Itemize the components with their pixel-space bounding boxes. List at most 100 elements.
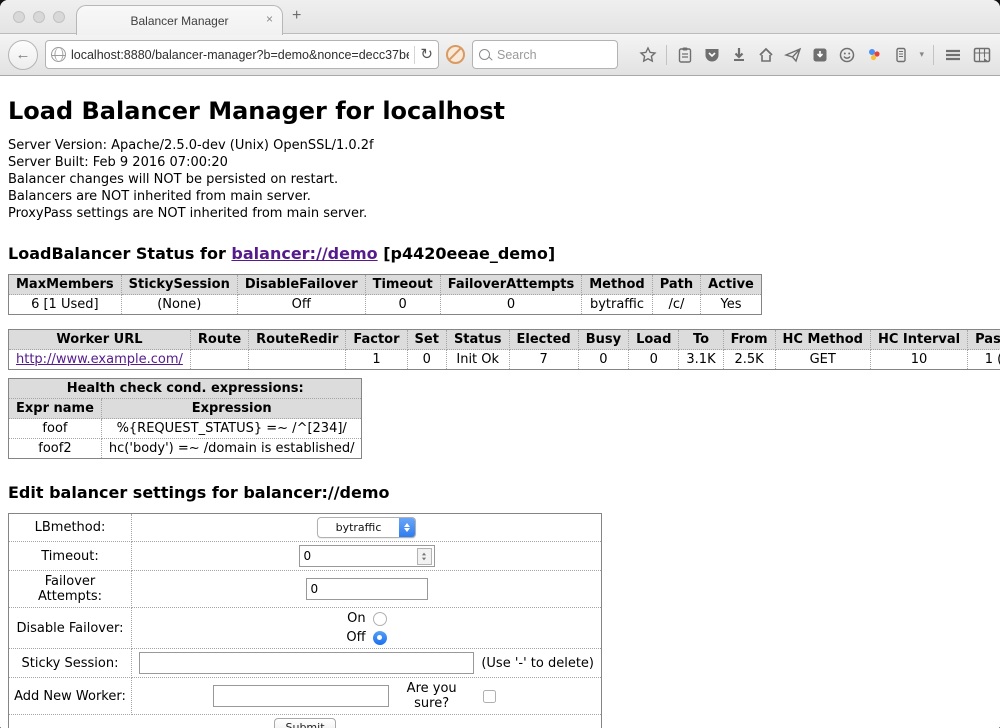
- failover-attempts-label: Failover Attempts:: [9, 571, 132, 608]
- minimize-window-button[interactable]: [33, 11, 45, 23]
- block-icon[interactable]: [446, 45, 465, 64]
- timeout-label: Timeout:: [9, 542, 132, 571]
- column-header: FailoverAttempts: [440, 275, 582, 295]
- add-worker-input[interactable]: [213, 685, 389, 707]
- health-title-row: Health check cond. expressions:: [9, 379, 362, 399]
- download-icon[interactable]: [730, 46, 748, 64]
- table-cell: 0: [578, 350, 628, 370]
- are-you-sure-checkbox[interactable]: [483, 690, 496, 703]
- tab-balancer-manager[interactable]: Balancer Manager ×: [76, 5, 283, 35]
- radio-on-label: On: [347, 611, 365, 626]
- sticky-session-input[interactable]: [139, 652, 474, 674]
- table-cell: [249, 350, 346, 370]
- reload-icon[interactable]: ↻: [420, 47, 433, 62]
- table-cell: /c/: [652, 295, 700, 315]
- send-icon[interactable]: [784, 46, 802, 64]
- clipboard-icon[interactable]: [676, 46, 694, 64]
- balancer-demo-link[interactable]: balancer://demo: [231, 244, 377, 263]
- table-cell: 10: [870, 350, 967, 370]
- balancer-status-table: MaxMembersStickySessionDisableFailoverTi…: [8, 274, 762, 315]
- failover-attempts-input[interactable]: [306, 578, 428, 600]
- failover-attempts-row: Failover Attempts:: [9, 571, 602, 608]
- url-bar[interactable]: localhost:8880/balancer-manager?b=demo&n…: [45, 40, 439, 69]
- pocket-icon[interactable]: [703, 46, 721, 64]
- status-heading-suffix: [p4420eeae_demo]: [378, 244, 556, 263]
- url-divider: [414, 46, 415, 64]
- zoom-window-button[interactable]: [53, 11, 65, 23]
- window-controls: [13, 11, 65, 23]
- column-header: Expression: [101, 399, 362, 419]
- table-cell: 6 [1 Used]: [9, 295, 122, 315]
- globe-icon: [51, 47, 66, 62]
- column-header: Load: [629, 330, 679, 350]
- column-header: HC Method: [775, 330, 870, 350]
- expression-cell: hc('body') =~ /domain is established/: [101, 439, 362, 459]
- new-tab-button[interactable]: +: [292, 7, 301, 25]
- health-header-row: Expr name Expression: [9, 399, 362, 419]
- worker-url-link[interactable]: http://www.example.com/: [16, 352, 183, 367]
- status-heading-prefix: LoadBalancer Status for: [8, 244, 231, 263]
- disable-failover-row: Disable Failover: On Off: [9, 608, 602, 649]
- table-cell: bytraffic: [582, 295, 652, 315]
- page-content: Load Balancer Manager for localhost Serv…: [0, 97, 1000, 728]
- lbmethod-label: LBmethod:: [9, 514, 132, 542]
- dropdown-caret-icon[interactable]: ▾: [919, 49, 924, 60]
- table-cell: 2.5K: [723, 350, 775, 370]
- health-table-title: Health check cond. expressions:: [9, 379, 362, 399]
- number-spinner-icon[interactable]: [417, 548, 432, 565]
- timeout-row: Timeout:: [9, 542, 602, 571]
- sticky-session-row: Sticky Session: (Use '-' to delete): [9, 649, 602, 678]
- home-icon[interactable]: [757, 46, 775, 64]
- disable-failover-on-radio[interactable]: [373, 612, 387, 626]
- submit-button[interactable]: Submit: [274, 718, 335, 728]
- disable-failover-label: Disable Failover:: [9, 608, 132, 649]
- url-text[interactable]: localhost:8880/balancer-manager?b=demo&n…: [71, 48, 409, 62]
- page-title: Load Balancer Manager for localhost: [8, 97, 992, 125]
- download-box-icon[interactable]: [811, 46, 829, 64]
- smiley-icon[interactable]: [838, 46, 856, 64]
- notice-line: Balancers are NOT inherited from main se…: [8, 188, 992, 205]
- column-header: Busy: [578, 330, 628, 350]
- table-cell: [190, 350, 248, 370]
- lbmethod-select[interactable]: bytraffic: [317, 517, 416, 538]
- worker-url-cell: http://www.example.com/: [9, 350, 191, 370]
- disable-failover-off-radio[interactable]: [373, 631, 387, 645]
- timeout-input[interactable]: [299, 545, 435, 567]
- search-input[interactable]: [495, 47, 611, 63]
- column-header: Passes: [968, 330, 1000, 350]
- notes-icon[interactable]: [892, 46, 910, 64]
- column-header: DisableFailover: [237, 275, 365, 295]
- back-icon: ←: [16, 46, 31, 63]
- menu-icon[interactable]: [943, 46, 963, 64]
- server-info: Server Version: Apache/2.5.0-dev (Unix) …: [8, 137, 992, 222]
- table-cell: 1 (0): [968, 350, 1000, 370]
- browser-window: Balancer Manager × + ← localhost:8880/ba…: [0, 0, 1000, 728]
- title-bar: Balancer Manager × +: [0, 0, 1000, 34]
- toolbar-divider: [666, 45, 667, 65]
- table-cell: 0: [629, 350, 679, 370]
- tab-title: Balancer Manager: [130, 14, 228, 28]
- column-header: Method: [582, 275, 652, 295]
- search-bar[interactable]: [472, 40, 618, 69]
- star-icon[interactable]: [639, 46, 657, 64]
- notice-line: Balancer changes will NOT be persisted o…: [8, 171, 992, 188]
- expression-cell: %{REQUEST_STATUS} =~ /^[234]/: [101, 419, 362, 439]
- column-header: StickySession: [121, 275, 237, 295]
- worker-table: Worker URLRouteRouteRedirFactorSetStatus…: [8, 329, 1000, 370]
- close-window-button[interactable]: [13, 11, 25, 23]
- table-cell: 0: [407, 350, 446, 370]
- search-icon: [479, 49, 490, 60]
- column-header: Status: [446, 330, 509, 350]
- column-header: Set: [407, 330, 446, 350]
- expr-name-cell: foof2: [9, 439, 102, 459]
- table-cell: 0: [365, 295, 440, 315]
- lbmethod-row: LBmethod: bytraffic: [9, 514, 602, 542]
- palette-icon[interactable]: [865, 46, 883, 64]
- tab-close-icon[interactable]: ×: [266, 12, 273, 26]
- column-header: Factor: [346, 330, 407, 350]
- column-header: MaxMembers: [9, 275, 122, 295]
- screenshot-icon[interactable]: [972, 46, 992, 64]
- back-button[interactable]: ←: [8, 40, 38, 70]
- add-worker-row: Add New Worker: Are you sure?: [9, 678, 602, 715]
- table-cell: 7: [509, 350, 578, 370]
